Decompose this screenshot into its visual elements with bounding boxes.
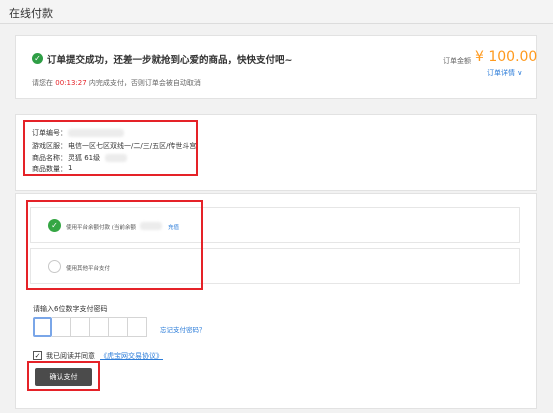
amount-value: ¥ 100.00 <box>475 49 538 65</box>
order-no-redacted <box>68 129 124 137</box>
other-radio[interactable] <box>48 260 61 273</box>
password-digit-4[interactable] <box>90 317 109 337</box>
password-digit-5[interactable] <box>109 317 128 337</box>
order-success-card <box>15 35 537 99</box>
item-label: 商品名称： <box>32 154 67 162</box>
password-digit-2[interactable] <box>52 317 71 337</box>
countdown-prefix: 请您在 <box>32 79 53 87</box>
page-header: 在线付款 <box>0 0 553 24</box>
success-check-icon: ✓ <box>32 53 43 64</box>
item-redacted <box>105 154 127 162</box>
countdown-text: 请您在 00:13:27 内完成支付，否则订单会被自动取消 <box>32 78 201 88</box>
password-digit-6[interactable] <box>128 317 147 337</box>
balance-radio[interactable]: ✓ <box>48 219 61 232</box>
balance-option-label: 使用平台余额付款 (当前余额 <box>66 225 136 231</box>
item-value: 灵狐 61级 <box>68 154 101 162</box>
payment-options-highlight <box>26 200 203 290</box>
recharge-link[interactable]: 充值 <box>168 223 179 231</box>
password-digit-3[interactable] <box>71 317 90 337</box>
qty-value: 1 <box>68 164 73 172</box>
forgot-password-link[interactable]: 忘记支付密码？ <box>160 324 206 334</box>
countdown-time: 00:13:27 <box>55 79 87 87</box>
confirm-pay-button[interactable]: 确认支付 <box>35 368 92 386</box>
chevron-down-icon: ∨ <box>515 69 523 77</box>
success-message: 订单提交成功，还差一步就抢到心爱的商品，快快支付吧~ <box>47 55 293 66</box>
server-value: 电信一区七区双线一/二/三/五区/传世斗宫 <box>68 142 197 150</box>
server-label: 游戏区服： <box>32 142 67 150</box>
balance-redacted <box>140 222 162 230</box>
order-details-label: 订单详情 <box>487 69 515 77</box>
agreement-checkbox[interactable]: ✓ <box>33 351 42 360</box>
qty-label: 商品数量： <box>32 165 67 173</box>
password-label: 请输入6位数字支付密码 <box>33 305 108 313</box>
other-option-label: 使用其他平台支付 <box>66 266 111 272</box>
amount-label: 订单金额 <box>443 57 471 65</box>
password-digit-1[interactable] <box>33 317 52 337</box>
page-title: 在线付款 <box>9 7 53 20</box>
order-details-link[interactable]: 订单详情 ∨ <box>487 68 522 78</box>
agreement-text: 我已阅读并同意 <box>46 352 95 360</box>
countdown-suffix: 内完成支付，否则订单会被自动取消 <box>88 79 201 87</box>
agreement-link[interactable]: 《虎宝网交易协议》 <box>100 351 163 361</box>
order-no-label: 订单编号： <box>32 129 67 137</box>
